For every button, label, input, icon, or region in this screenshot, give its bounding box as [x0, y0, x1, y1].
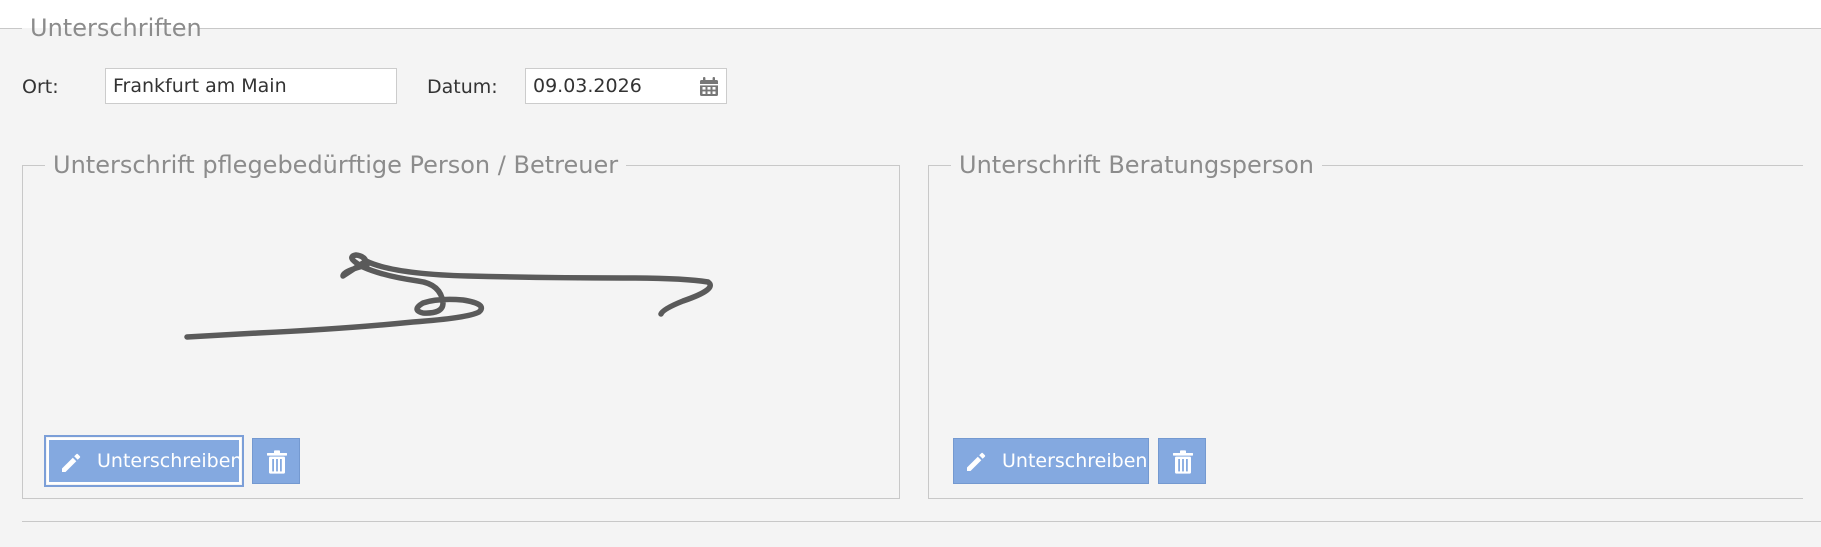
trash-icon: [1173, 450, 1193, 474]
signature-panel-counselor: Unterschrift Beratungsperson Unterschrei…: [928, 149, 1803, 499]
pencil-icon: [62, 453, 81, 472]
signature-canvas-counselor[interactable]: [929, 166, 1802, 426]
section-border-left: [0, 28, 22, 29]
delete-signature-button-patient[interactable]: [252, 438, 300, 484]
calendar-icon[interactable]: [698, 76, 720, 98]
top-white-band: [0, 0, 1821, 28]
datum-label: Datum:: [427, 76, 498, 98]
signature-panel-patient: Unterschrift pflegebedürftige Person / B…: [22, 149, 900, 499]
delete-signature-button-counselor[interactable]: [1158, 438, 1206, 484]
datum-value: 09.03.2026: [533, 75, 642, 97]
section-bottom-border: [22, 521, 1821, 522]
sign-button-patient-label: Unterschreiben: [97, 450, 243, 472]
section-title: Unterschriften: [30, 14, 202, 42]
sign-button-counselor[interactable]: Unterschreiben: [953, 438, 1149, 484]
pencil-icon: [967, 452, 986, 471]
ort-label: Ort:: [22, 76, 59, 98]
sign-button-patient[interactable]: Unterschreiben: [44, 435, 244, 487]
trash-icon: [267, 450, 287, 474]
sign-button-counselor-label: Unterschreiben: [1002, 450, 1148, 472]
ort-input[interactable]: Frankfurt am Main: [105, 68, 397, 104]
signature-stroke: [184, 252, 713, 340]
section-border-right: [198, 28, 1821, 29]
datum-input[interactable]: 09.03.2026: [525, 68, 727, 104]
